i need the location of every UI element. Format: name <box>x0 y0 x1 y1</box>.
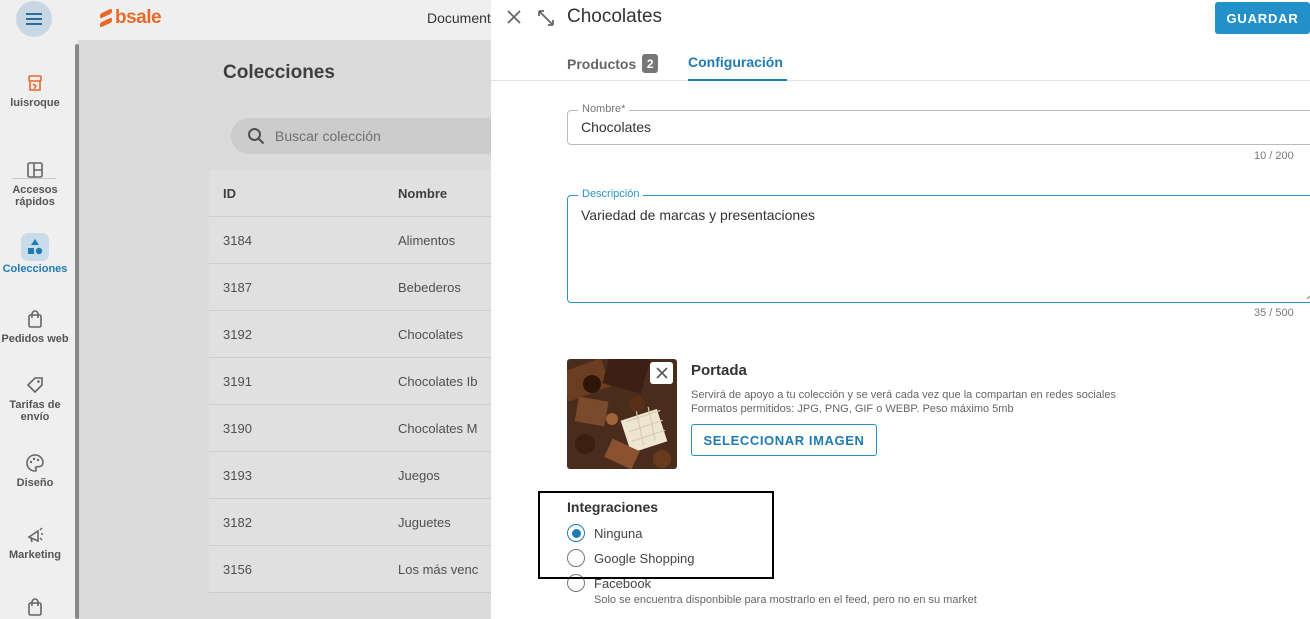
sidebar-item-collections[interactable]: Colecciones <box>0 233 70 275</box>
cover-description: Servirá de apoyo a tu colección y se ver… <box>691 388 1116 416</box>
name-char-counter: 10 / 200 <box>1254 150 1294 162</box>
layout-icon <box>27 162 43 178</box>
product-count-badge: 2 <box>642 54 659 73</box>
expand-icon[interactable] <box>536 8 556 28</box>
close-icon <box>655 367 668 379</box>
tag-icon <box>26 377 43 394</box>
sidebar-item-quick-access[interactable]: Accesos rápidos <box>0 160 70 208</box>
highlight-box <box>538 491 774 579</box>
documents-link[interactable]: Documento <box>427 10 499 26</box>
remove-image-button[interactable] <box>650 362 673 384</box>
save-button[interactable]: GUARDAR <box>1215 2 1310 34</box>
select-image-button[interactable]: SELECCIONAR IMAGEN <box>691 424 877 456</box>
drawer-tabs: Productos 2 Configuración <box>491 44 1310 81</box>
sidebar: luisroque Accesos rápidos Colecciones Pe… <box>0 40 78 619</box>
cover-title: Portada <box>691 362 747 379</box>
sidebar-item-label: Tarifas de envío <box>9 399 61 423</box>
sidebar-item-store[interactable]: luisroque <box>0 73 70 109</box>
collection-drawer: Chocolates GUARDAR Productos 2 Configura… <box>491 0 1310 619</box>
sidebar-item-shipping-rates[interactable]: Tarifas de envío <box>0 375 70 423</box>
drawer-title: Chocolates <box>567 6 663 27</box>
sidebar-item-web-orders[interactable]: Pedidos web <box>0 309 70 345</box>
palette-icon <box>26 454 44 472</box>
description-field-label: Descripción <box>578 188 644 200</box>
logo[interactable]: bsale <box>100 7 162 29</box>
sidebar-item-design[interactable]: Diseño <box>0 453 70 489</box>
tab-label: Productos <box>567 55 637 72</box>
sidebar-item-marketing[interactable]: Marketing <box>0 525 70 561</box>
modal-backdrop[interactable] <box>78 40 498 619</box>
description-field[interactable]: Descripción Variedad de marcas y present… <box>567 188 1310 303</box>
name-field[interactable]: Nombre* Chocolates <box>567 103 1310 145</box>
sidebar-item-more[interactable] <box>0 597 70 619</box>
store-icon <box>28 75 42 91</box>
name-field-value: Chocolates <box>581 119 652 135</box>
sidebar-item-label: Pedidos web <box>1 333 69 345</box>
sidebar-item-label: luisroque <box>10 97 60 109</box>
close-icon[interactable] <box>505 8 523 26</box>
logo-text: bsale <box>115 7 162 28</box>
active-tab-indicator <box>688 79 787 81</box>
name-field-label: Nombre* <box>578 103 630 115</box>
sidebar-item-label: Marketing <box>9 549 61 561</box>
shopping-bag-icon <box>28 310 42 328</box>
description-field-value: Variedad de marcas y presentaciones <box>581 207 815 223</box>
bsale-logo-icon <box>100 8 112 28</box>
cover-help-text: Servirá de apoyo a tu colección y se ver… <box>691 389 1116 401</box>
sidebar-item-label: Colecciones <box>2 263 68 275</box>
cover-format-text: Formatos permitidos: JPG, PNG, GIF o WEB… <box>691 403 1014 415</box>
sidebar-item-label: Accesos rápidos <box>12 184 58 208</box>
hamburger-icon <box>26 18 42 20</box>
tab-configuration[interactable]: Configuración <box>688 54 783 70</box>
tab-products[interactable]: Productos 2 <box>567 54 659 73</box>
sidebar-item-label: Diseño <box>16 477 54 489</box>
menu-button[interactable] <box>16 1 52 37</box>
description-char-counter: 35 / 500 <box>1254 307 1294 319</box>
bag-check-icon <box>28 598 42 616</box>
shapes-icon <box>21 233 49 261</box>
facebook-note: Solo se encuentra disponbible para mostr… <box>594 594 977 606</box>
resize-handle-icon[interactable] <box>1306 292 1310 300</box>
megaphone-icon <box>27 527 43 543</box>
